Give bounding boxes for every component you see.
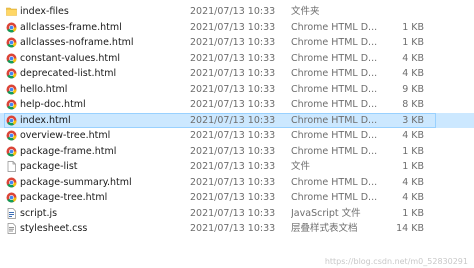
file-type: Chrome HTML D... [291, 145, 378, 157]
file-date-modified: 2021/07/13 10:33 [190, 6, 276, 17]
file-name: constant-values.html [20, 52, 121, 64]
file-date-modified: 2021/07/13 10:33 [190, 192, 276, 203]
file-name: hello.html [20, 83, 68, 95]
file-date-modified: 2021/07/13 10:33 [190, 145, 276, 157]
file-name: help-doc.html [20, 99, 86, 110]
chrome-icon [6, 97, 17, 113]
file-row[interactable]: index.html 2021/07/13 10:33 Chrome HTML D.… [0, 112, 474, 129]
file-type: Chrome HTML D... [291, 176, 378, 188]
file-type: Chrome HTML D... [291, 192, 378, 203]
file-size: 3 KB [402, 114, 424, 126]
file-size: 8 KB [402, 99, 424, 110]
file-type: 文件夹 [291, 6, 320, 17]
file-row[interactable]: package-frame.html 2021/07/13 10:33 Chrome… [0, 144, 474, 160]
file-date-modified: 2021/07/13 10:33 [190, 176, 276, 188]
file-type: 层叠样式表文档 [291, 223, 358, 234]
file-type: Chrome HTML D... [291, 52, 378, 64]
file-size: 14 KB [396, 223, 424, 234]
file-date-modified: 2021/07/13 10:33 [190, 161, 276, 172]
file-size: 1 KB [402, 145, 424, 157]
chrome-icon [6, 175, 17, 191]
file-date-modified: 2021/07/13 10:33 [190, 99, 276, 110]
file-type: JavaScript 文件 [291, 207, 361, 219]
file-size: 4 KB [402, 68, 424, 79]
folder-icon [6, 4, 17, 20]
file-row[interactable]: script.js 2021/07/13 10:33 JavaScript 文件 1 … [0, 206, 474, 222]
file-date-modified: 2021/07/13 10:33 [190, 37, 276, 48]
file-icon [6, 159, 17, 175]
file-row[interactable]: allclasses-noframe.html 2021/07/13 10:33 C… [0, 35, 474, 51]
file-type: Chrome HTML D... [291, 114, 378, 126]
file-name: allclasses-frame.html [20, 21, 122, 33]
file-row[interactable]: stylesheet.css 2021/07/13 10:33 层叠样式表文档 14 … [0, 221, 474, 237]
file-name: allclasses-noframe.html [20, 37, 134, 48]
file-size: 4 KB [402, 192, 424, 203]
chrome-icon [6, 144, 17, 160]
file-name: overview-tree.html [20, 130, 111, 141]
file-row[interactable]: index-files 2021/07/13 10:33 文件夹 [0, 4, 474, 20]
chrome-icon [6, 82, 17, 98]
file-type: Chrome HTML D... [291, 37, 378, 48]
chrome-icon [6, 51, 17, 67]
file-size: 4 KB [402, 176, 424, 188]
file-row[interactable]: overview-tree.html 2021/07/13 10:33 Chrome… [0, 128, 474, 144]
file-row[interactable]: deprecated-list.html 2021/07/13 10:33 Chro… [0, 66, 474, 82]
file-row[interactable]: package-tree.html 2021/07/13 10:33 Chrome … [0, 190, 474, 206]
file-type: Chrome HTML D... [291, 68, 378, 79]
file-date-modified: 2021/07/13 10:33 [190, 207, 276, 219]
file-type: Chrome HTML D... [291, 83, 378, 95]
file-name: package-summary.html [20, 176, 132, 188]
file-date-modified: 2021/07/13 10:33 [190, 83, 276, 95]
chrome-icon [6, 190, 17, 206]
watermark: https://blog.csdn.net/m0_52830291 [324, 257, 468, 266]
chrome-icon [6, 128, 17, 144]
chrome-icon [6, 66, 17, 82]
file-date-modified: 2021/07/13 10:33 [190, 68, 276, 79]
chrome-icon [6, 113, 17, 129]
chrome-icon [6, 35, 17, 51]
chrome-icon [6, 20, 17, 36]
file-row[interactable]: package-summary.html 2021/07/13 10:33 Chro… [0, 175, 474, 191]
file-date-modified: 2021/07/13 10:33 [190, 223, 276, 234]
file-size: 1 KB [402, 207, 424, 219]
file-row[interactable]: allclasses-frame.html 2021/07/13 10:33 Chr… [0, 20, 474, 36]
file-date-modified: 2021/07/13 10:33 [190, 21, 276, 33]
file-name: stylesheet.css [20, 223, 88, 234]
file-name: index-files [20, 6, 69, 17]
script-file-icon [6, 206, 17, 222]
file-date-modified: 2021/07/13 10:33 [190, 130, 276, 141]
file-row[interactable]: hello.html 2021/07/13 10:33 Chrome HTML D.… [0, 82, 474, 98]
file-type: Chrome HTML D... [291, 21, 378, 33]
file-size: 1 KB [402, 37, 424, 48]
file-name: package-list [20, 161, 78, 172]
file-date-modified: 2021/07/13 10:33 [190, 52, 276, 64]
file-size: 4 KB [402, 52, 424, 64]
file-name: index.html [20, 114, 71, 126]
file-name: script.js [20, 207, 58, 219]
file-name: deprecated-list.html [20, 68, 117, 79]
file-name: package-frame.html [20, 145, 117, 157]
file-size: 1 KB [402, 21, 424, 33]
file-row[interactable]: constant-values.html 2021/07/13 10:33 Chro… [0, 51, 474, 67]
file-type: Chrome HTML D... [291, 130, 378, 141]
file-name: package-tree.html [20, 192, 108, 203]
file-date-modified: 2021/07/13 10:33 [190, 114, 276, 126]
file-size: 1 KB [402, 161, 424, 172]
file-type: 文件 [291, 161, 311, 172]
file-type: Chrome HTML D... [291, 99, 378, 110]
file-row[interactable]: help-doc.html 2021/07/13 10:33 Chrome HTML… [0, 97, 474, 113]
css-file-icon [6, 221, 17, 237]
file-row[interactable]: package-list 2021/07/13 10:33 文件 1 KB [0, 159, 474, 175]
file-list: index-files 2021/07/13 10:33 文件夹 allclasses… [0, 4, 474, 237]
file-size: 9 KB [402, 83, 424, 95]
file-size: 4 KB [402, 130, 424, 141]
